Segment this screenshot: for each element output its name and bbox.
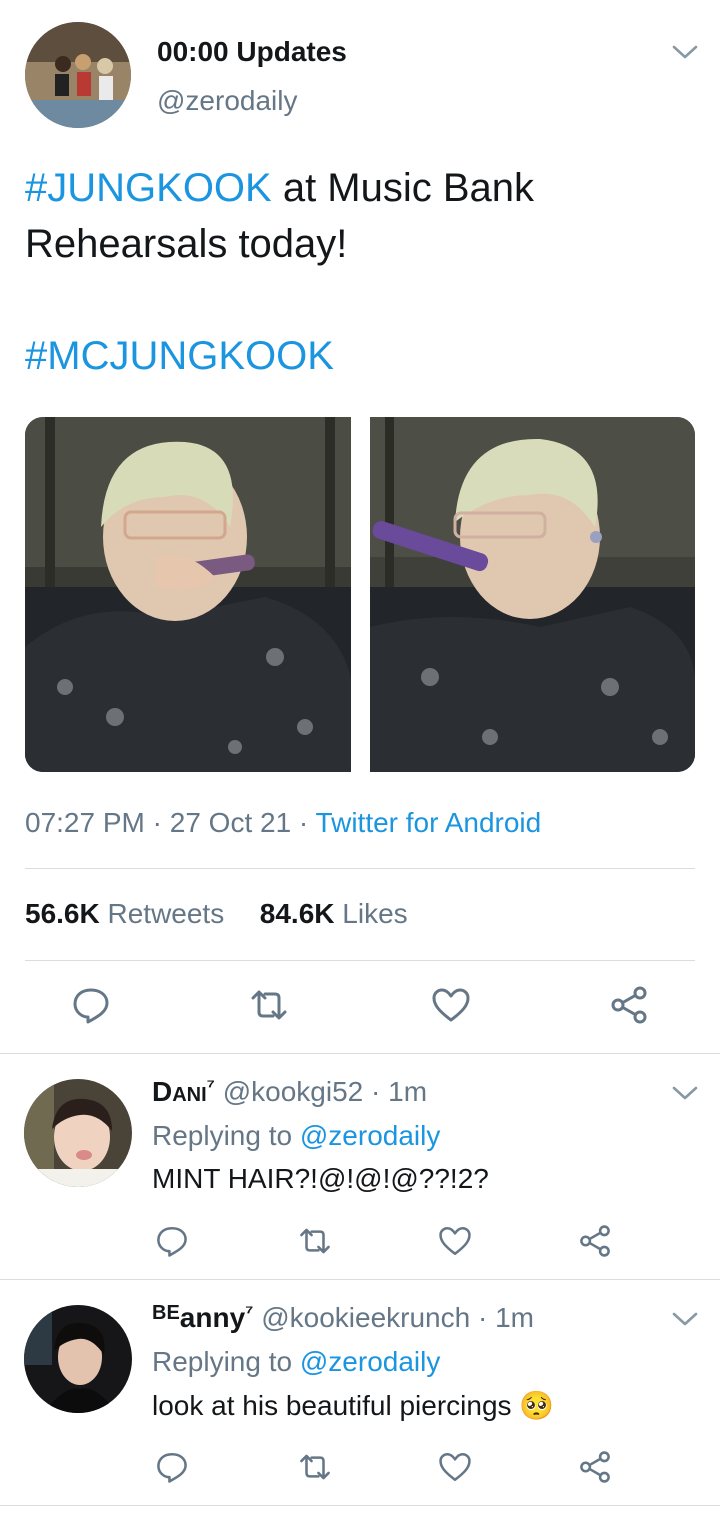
hashtag-link[interactable]: #JUNGKOOK [25,166,272,210]
divider [0,1505,720,1506]
author-handle[interactable]: @zerodaily [157,85,297,117]
hashtag-link[interactable]: #MCJUNGKOOK [25,328,705,384]
divider [0,1053,720,1054]
replying-to: Replying to @zerodaily [152,1346,441,1377]
share-icon[interactable] [606,982,652,1028]
tweet-text-segment: at Music Bank [271,166,535,210]
tweet-photo[interactable] [25,417,351,772]
like-icon[interactable] [428,982,474,1028]
chevron-down-icon[interactable] [672,44,698,60]
reply-header: Dani⁷ @kookgi52 · 1m [152,1076,428,1107]
replying-to-handle[interactable]: @zerodaily [300,1346,440,1377]
retweet-icon[interactable] [246,982,292,1028]
reply-icon[interactable] [68,982,114,1028]
divider [0,1279,720,1280]
reply-text: MINT HAIR?!@!@!@??!2? [152,1163,489,1194]
reply-avatar[interactable] [24,1305,132,1413]
tweet-date: 27 Oct 21 [169,807,292,838]
reply-text: look at his beautiful piercings 🥺 [152,1390,555,1421]
share-icon[interactable] [575,1447,615,1487]
tweet-photo[interactable] [370,417,695,772]
author-avatar[interactable] [25,22,131,128]
likes-stat[interactable]: 84.6K Likes [260,898,408,929]
reply-display-name[interactable]: anny [180,1302,245,1333]
tweet-text: #JUNGKOOK at Music Bank Rehearsals today… [25,160,705,384]
divider [25,868,695,869]
like-icon[interactable] [435,1221,475,1261]
share-icon[interactable] [575,1221,615,1261]
divider [25,960,695,961]
reply-time: · 1m [363,1076,428,1107]
retweet-icon[interactable] [295,1447,335,1487]
pleading-face-emoji: 🥺 [519,1390,555,1421]
reply-icon[interactable] [152,1221,192,1261]
author-display-name[interactable]: 00:00 Updates [157,36,347,68]
chevron-down-icon[interactable] [672,1311,698,1327]
tweet-client-link[interactable]: Twitter for Android [316,807,542,838]
reply-time: · 1m [470,1302,534,1333]
like-icon[interactable] [435,1447,475,1487]
reply-avatar[interactable] [24,1079,132,1187]
replying-to-handle[interactable]: @zerodaily [300,1120,440,1151]
tweet-text-segment: Rehearsals today! [25,222,348,266]
reply-icon[interactable] [152,1447,192,1487]
retweet-icon[interactable] [295,1221,335,1261]
replying-to: Replying to @zerodaily [152,1120,441,1151]
retweets-stat[interactable]: 56.6K Retweets [25,898,224,929]
tweet-stats: 56.6K Retweets 84.6K Likes [25,898,408,930]
tweet-time: 07:27 PM [25,807,145,838]
reply-handle[interactable]: @kookieekrunch [261,1302,470,1333]
reply-display-name[interactable]: Dani [152,1076,207,1107]
reply-header: BEanny⁷ @kookieekrunch · 1m [152,1302,534,1333]
tweet-timestamp: 07:27 PM · 27 Oct 21 · Twitter for Andro… [25,807,542,838]
chevron-down-icon[interactable] [672,1085,698,1101]
reply-handle[interactable]: @kookgi52 [223,1076,364,1107]
